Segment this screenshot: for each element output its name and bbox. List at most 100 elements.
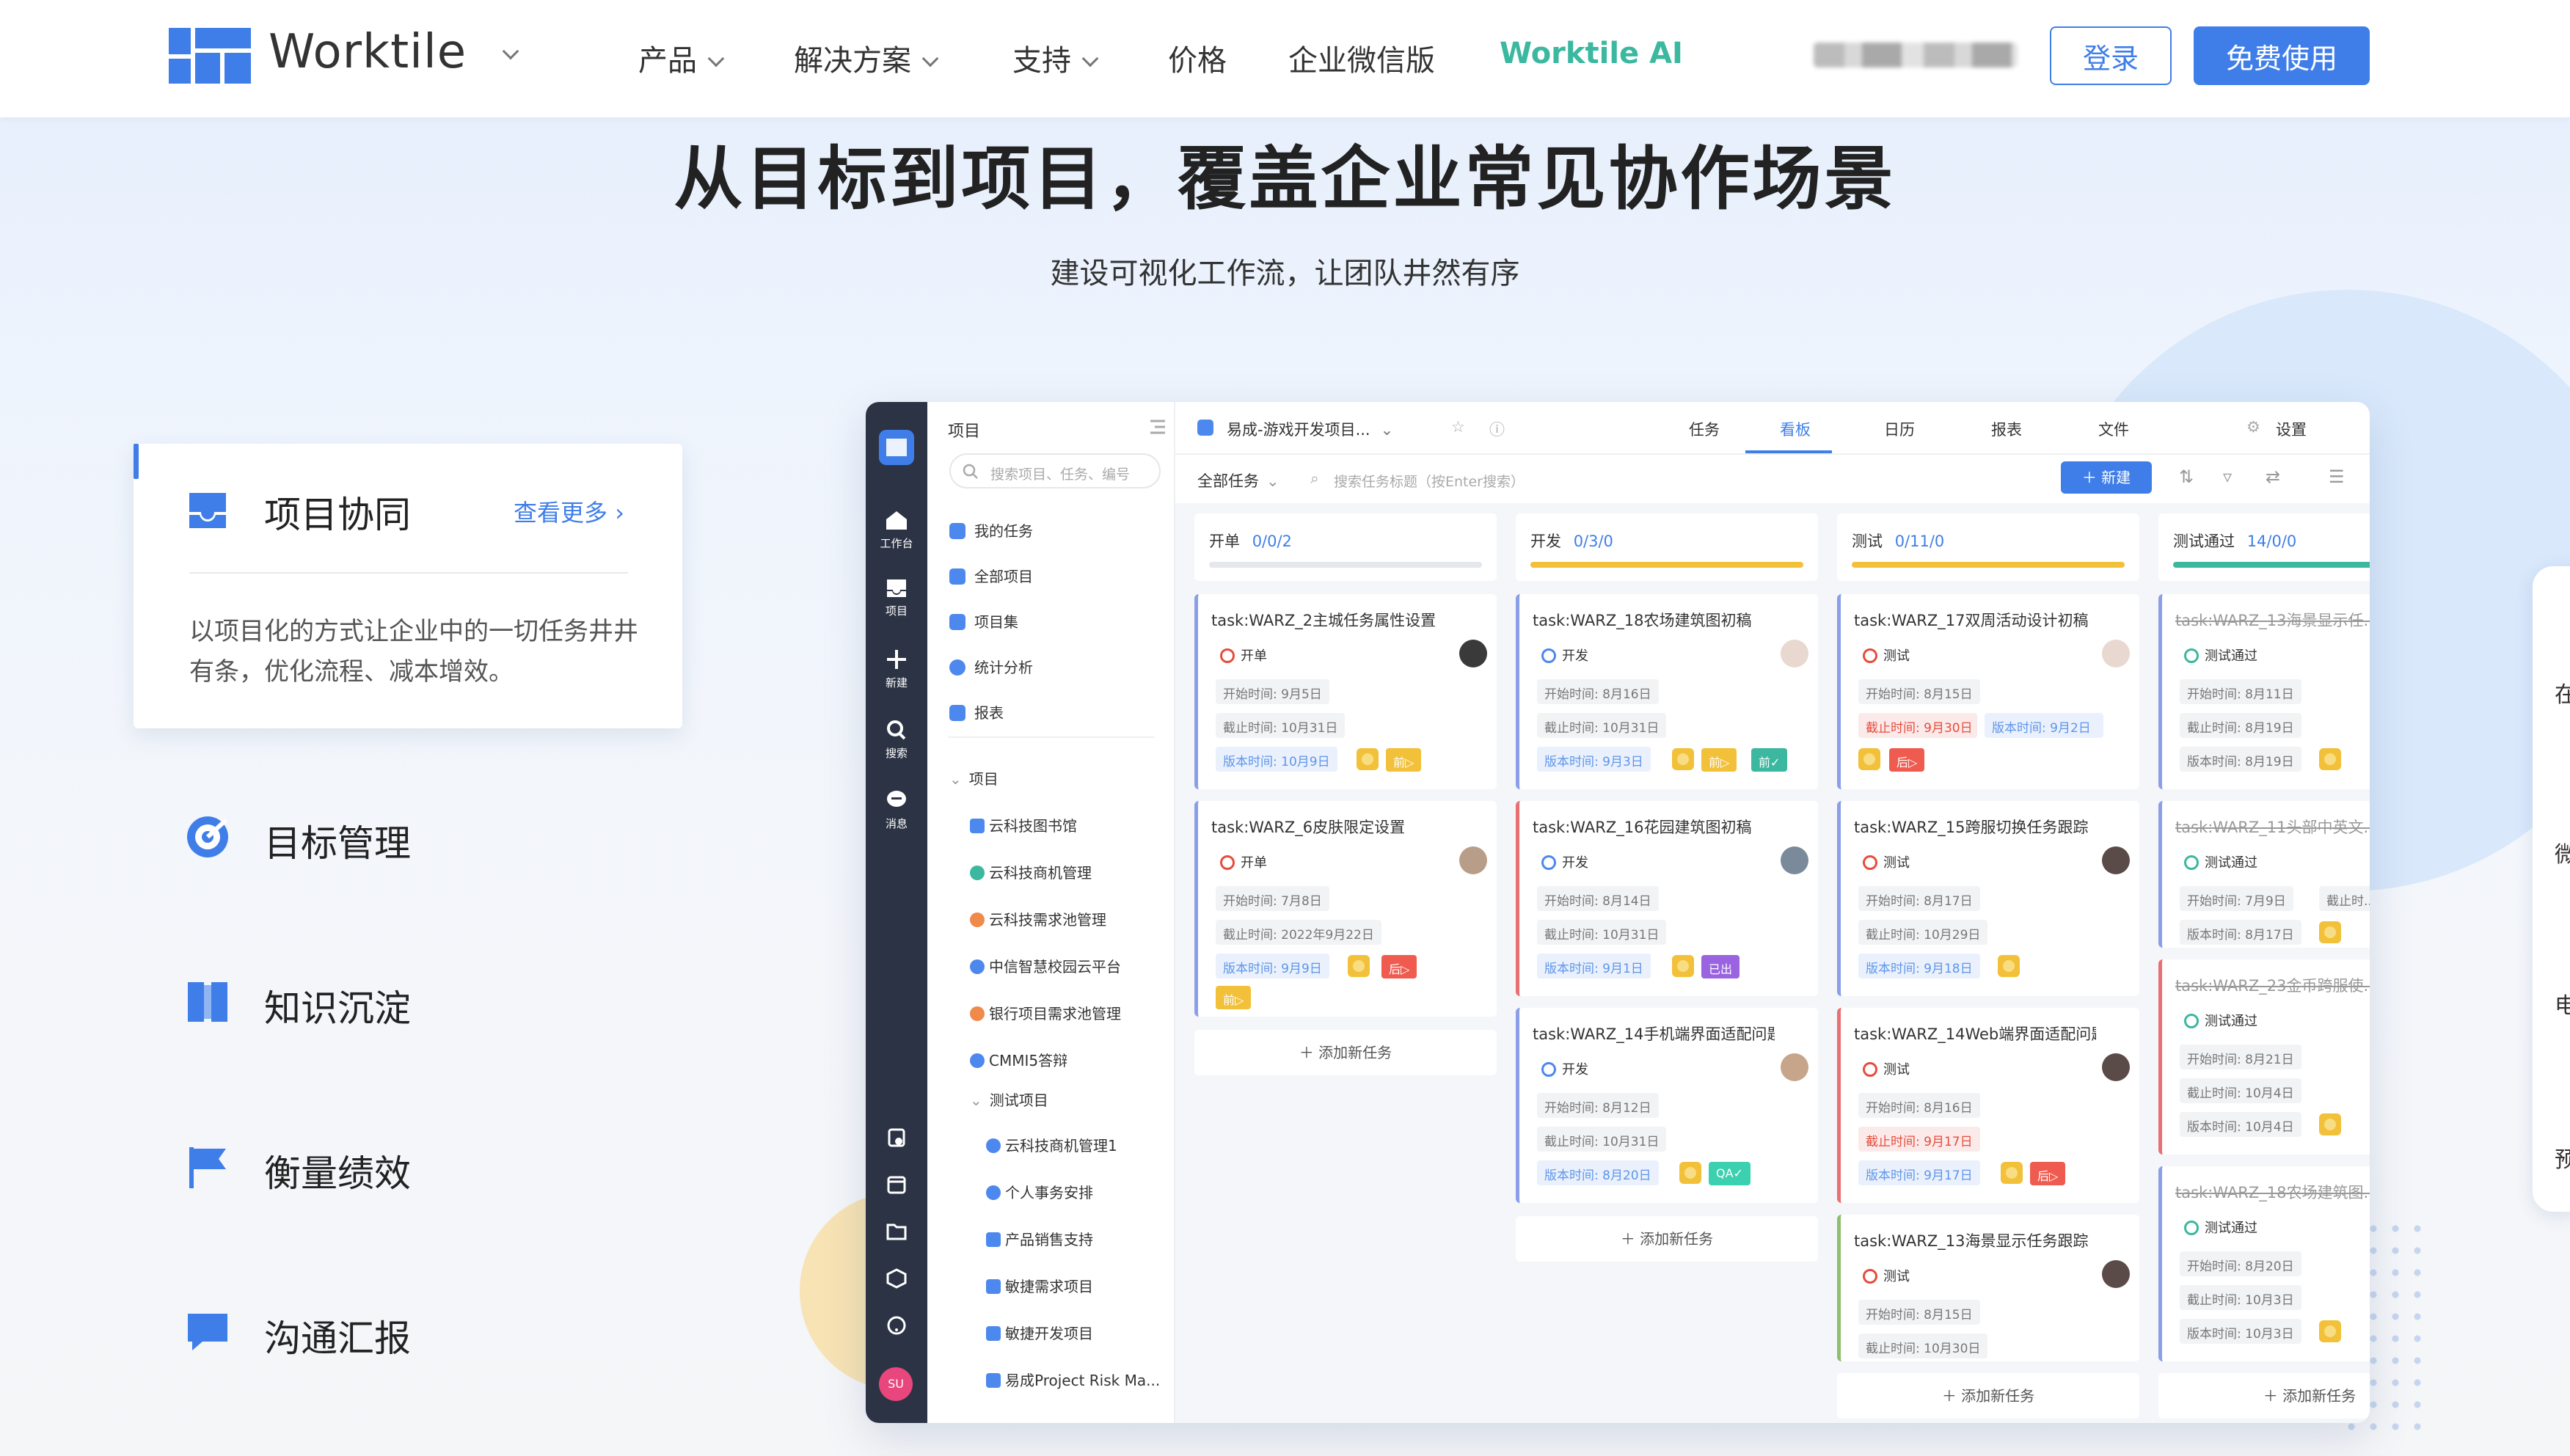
dock-workbench[interactable]: 工作台: [866, 509, 927, 551]
sidebar-subproject-2[interactable]: 产品销售支持: [986, 1228, 1093, 1249]
task-card[interactable]: task:WARZ_14Web端界面适配问题处理 测试 开始时间: 8月16日 …: [1837, 1008, 2139, 1203]
tag[interactable]: 前✓: [1751, 748, 1788, 772]
task-status[interactable]: 测试通过: [2184, 852, 2257, 871]
nav-worktile-ai[interactable]: Worktile AI: [1500, 37, 1683, 70]
user-avatar[interactable]: SU: [879, 1367, 913, 1401]
tag[interactable]: 后▷: [1381, 955, 1417, 978]
side-panel-item[interactable]: 电: [2555, 987, 2570, 1020]
add-task-button[interactable]: ＋ 添加新任务: [1516, 1216, 1818, 1262]
sidebar-project-3[interactable]: 中信智慧校园云平台: [970, 955, 1121, 976]
nav-support[interactable]: 支持: [1012, 37, 1099, 79]
avatar[interactable]: [2102, 846, 2130, 874]
free-trial-button[interactable]: 免费使用: [2194, 26, 2370, 85]
avatar[interactable]: [1459, 640, 1487, 667]
dock-messages[interactable]: 消息: [866, 789, 927, 831]
collapse-icon[interactable]: [1147, 418, 1168, 436]
sidebar-portfolio[interactable]: 项目集: [949, 610, 1018, 632]
avatar[interactable]: [2102, 640, 2130, 667]
sidebar-project-4[interactable]: 银行项目需求池管理: [970, 1002, 1121, 1023]
sidebar-my-tasks[interactable]: 我的任务: [949, 519, 1033, 541]
app-logo-icon[interactable]: [879, 430, 914, 465]
dock-project[interactable]: 项目: [866, 577, 927, 618]
task-card[interactable]: task:WARZ_11头部中英文... 测试通过 开始时间: 7月9日 截止时…: [2158, 801, 2370, 948]
tab-calendar[interactable]: 日历: [1884, 418, 1915, 440]
task-card[interactable]: task:WARZ_6皮肤限定设置 开单 开始时间: 7月8日 截止时间: 20…: [1194, 801, 1497, 1017]
task-card[interactable]: task:WARZ_18农场建筑图初稿 开发 开始时间: 8月16日 截止时间:…: [1516, 594, 1818, 789]
list-icon[interactable]: ☰: [2329, 467, 2345, 487]
sidebar-project-1[interactable]: 云科技商机管理: [970, 861, 1092, 882]
gear-icon[interactable]: ⚙: [2246, 418, 2260, 436]
tag[interactable]: 前▷: [1216, 986, 1252, 1009]
task-filter[interactable]: 全部任务 ⌄: [1197, 469, 1279, 491]
task-card[interactable]: task:WARZ_14手机端界面适配问题处理 开发 开始时间: 8月12日 截…: [1516, 1008, 1818, 1203]
task-status[interactable]: 测试通过: [2184, 1011, 2257, 1030]
avatar[interactable]: [2102, 1053, 2130, 1081]
task-status[interactable]: 开单: [1220, 852, 1267, 871]
sidebar-project-0[interactable]: 云科技图书馆: [970, 814, 1077, 835]
feature-knowledge[interactable]: 知识沉淀: [264, 979, 411, 1032]
info-icon[interactable]: ⓘ: [1489, 418, 1505, 440]
tab-files[interactable]: 文件: [2098, 418, 2129, 440]
sidebar-project-2[interactable]: 云科技需求池管理: [970, 908, 1106, 929]
side-panel-item[interactable]: 微: [2555, 836, 2570, 868]
task-card[interactable]: task:WARZ_16花园建筑图初稿 开发 开始时间: 8月14日 截止时间:…: [1516, 801, 1818, 996]
avatar[interactable]: [2102, 1260, 2130, 1288]
add-task-button[interactable]: ＋ 添加新任务: [1837, 1373, 2139, 1419]
task-card[interactable]: task:WARZ_13海景显示任... 测试通过 开始时间: 8月11日 截止…: [2158, 594, 2370, 789]
filter-icon[interactable]: ▿: [2223, 467, 2232, 487]
feature-performance[interactable]: 衡量绩效: [264, 1144, 411, 1197]
tag[interactable]: QA✓: [1709, 1162, 1751, 1185]
avatar[interactable]: [1459, 846, 1487, 874]
sidebar-project-5[interactable]: CMMI5答辩: [970, 1049, 1067, 1070]
task-card[interactable]: task:WARZ_17双周活动设计初稿 测试 开始时间: 8月15日 截止时间…: [1837, 594, 2139, 789]
sidebar-reports[interactable]: 报表: [949, 701, 1004, 722]
worktile-logo-icon[interactable]: [169, 28, 251, 84]
task-status[interactable]: 开发: [1541, 1059, 1588, 1078]
tag[interactable]: 前▷: [1701, 748, 1737, 772]
task-status[interactable]: 测试通过: [2184, 1218, 2257, 1237]
tab-tasks[interactable]: 任务: [1689, 418, 1720, 440]
settings-link[interactable]: 设置: [2276, 418, 2307, 440]
task-card[interactable]: task:WARZ_15跨服切换任务跟踪 测试 开始时间: 8月17日 截止时间…: [1837, 801, 2139, 996]
task-status[interactable]: 测试: [1863, 852, 1910, 871]
tag[interactable]: 前▷: [1386, 748, 1422, 772]
sidebar-subgroup[interactable]: ⌄ 测试项目: [970, 1089, 1048, 1110]
tag[interactable]: 后▷: [2030, 1162, 2066, 1185]
dock-new[interactable]: 新建: [866, 648, 927, 690]
task-status[interactable]: 开单: [1220, 645, 1267, 665]
dock-help[interactable]: [866, 1314, 927, 1341]
tab-reports[interactable]: 报表: [1991, 418, 2022, 440]
avatar[interactable]: [1781, 1053, 1808, 1081]
new-task-button[interactable]: ＋ 新建: [2061, 461, 2152, 494]
sidebar-subproject-5[interactable]: 易成Project Risk Ma...: [986, 1369, 1160, 1390]
tag[interactable]: 后▷: [1889, 748, 1925, 772]
swap-icon[interactable]: ⇄: [2266, 467, 2280, 487]
sort-icon[interactable]: ⇅: [2179, 467, 2194, 487]
nav-wecom[interactable]: 企业微信版: [1288, 37, 1435, 79]
sidebar-subproject-1[interactable]: 个人事务安排: [986, 1181, 1093, 1202]
task-card[interactable]: task:WARZ_18农场建筑图... 测试通过 开始时间: 8月20日 截止…: [2158, 1166, 2370, 1361]
view-more-link[interactable]: 查看更多 ›: [514, 494, 624, 528]
nav-solutions[interactable]: 解决方案: [794, 37, 939, 79]
task-card[interactable]: task:WARZ_13海景显示任务跟踪 测试 开始时间: 8月15日 截止时间…: [1837, 1215, 2139, 1361]
dock-search[interactable]: 搜索: [866, 719, 927, 761]
brand-chevron-down-icon[interactable]: [502, 43, 519, 60]
dock-tool-2[interactable]: [866, 1174, 927, 1200]
task-status[interactable]: 测试: [1863, 1059, 1910, 1078]
side-panel-item[interactable]: 在: [2555, 676, 2570, 709]
sidebar-all-projects[interactable]: 全部项目: [949, 565, 1033, 586]
dock-tool-4[interactable]: [866, 1267, 927, 1294]
task-status[interactable]: 测试通过: [2184, 645, 2257, 665]
sidebar-project-group[interactable]: ⌄ 项目: [949, 767, 999, 789]
feature-goal[interactable]: 目标管理: [264, 814, 411, 867]
task-status[interactable]: 测试: [1863, 1266, 1910, 1285]
task-status[interactable]: 开发: [1541, 852, 1588, 871]
project-selector[interactable]: 易成-游戏开发项目... ⌄: [1227, 418, 1393, 440]
feature-report[interactable]: 沟通汇报: [264, 1309, 411, 1362]
tab-board[interactable]: 看板: [1780, 418, 1811, 440]
add-task-button[interactable]: ＋ 添加新任务: [1194, 1030, 1497, 1075]
avatar[interactable]: [1781, 640, 1808, 667]
star-icon[interactable]: ☆: [1451, 418, 1465, 436]
dock-tool-1[interactable]: [866, 1127, 927, 1153]
sidebar-search-input[interactable]: 搜索项目、任务、编号: [949, 453, 1161, 489]
